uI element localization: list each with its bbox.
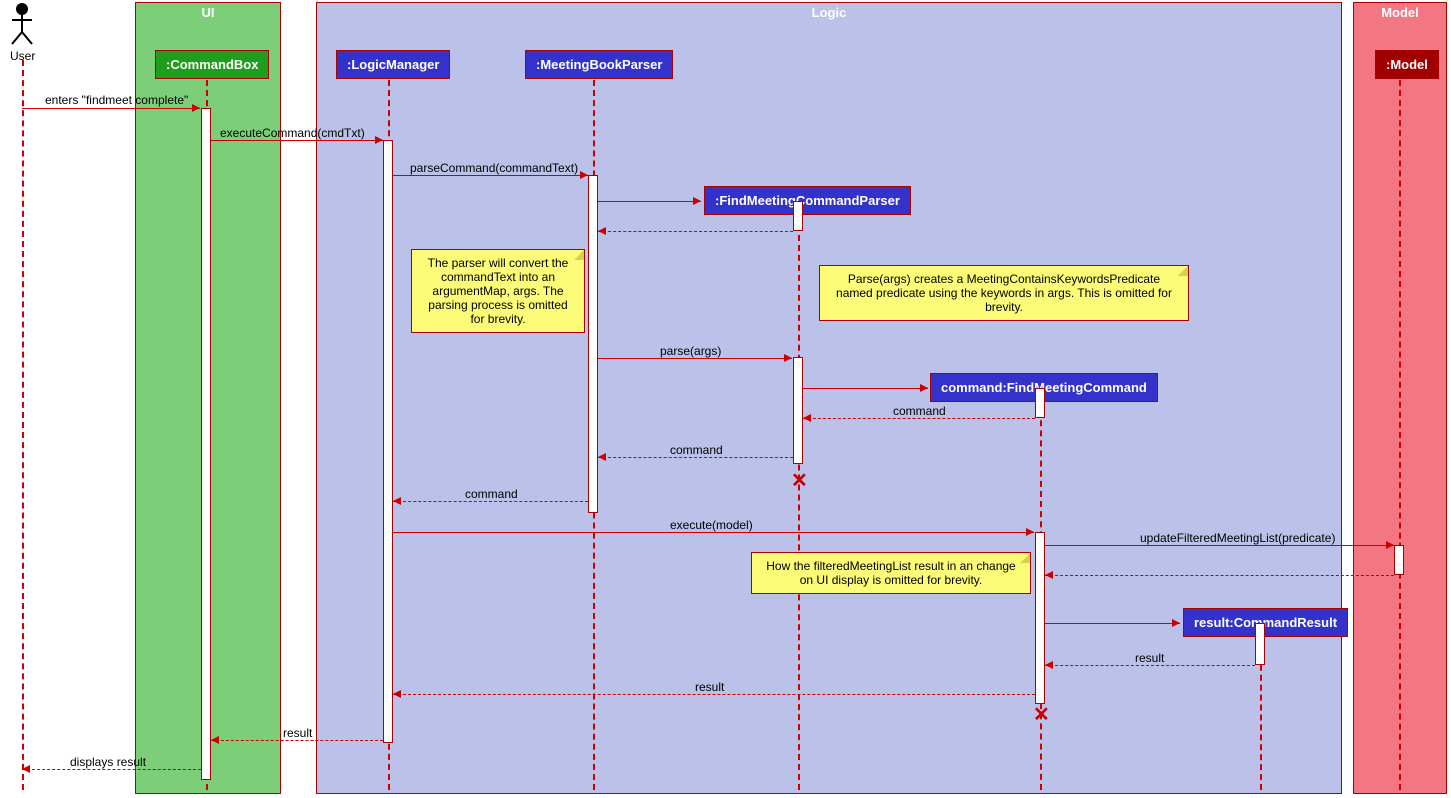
arrow-m5 (803, 418, 1035, 419)
msg-command-2: command (670, 443, 723, 457)
arrow-create-cr (1045, 623, 1180, 624)
activation-findmeetingcommandparser-2 (793, 357, 803, 464)
frame-model-title: Model (1373, 3, 1427, 22)
destroy-fmcp: ✕ (791, 468, 808, 493)
arrowhead-create-cr (1172, 619, 1180, 627)
participant-meetingbookparser: :MeetingBookParser (525, 50, 673, 79)
arrow-m2 (211, 140, 383, 141)
msg-parsecommand: parseCommand(commandText) (410, 161, 578, 175)
actor-user: User (10, 2, 35, 63)
note-filteredmeeting: How the filteredMeetingList result in an… (751, 552, 1031, 594)
frame-logic: Logic (316, 2, 1342, 794)
activation-findmeetingcommand-2 (1035, 532, 1045, 704)
msg-updatefiltered: updateFilteredMeetingList(predicate) (1140, 531, 1335, 545)
arrow-return-fmcp (598, 231, 793, 232)
participant-model: :Model (1375, 50, 1439, 79)
arrow-m13 (22, 769, 201, 770)
arrowhead-m9 (1386, 541, 1394, 549)
arrow-m3 (393, 175, 588, 176)
findmeetingcommandparser-lifeline (798, 215, 800, 790)
arrowhead-create-fmc (920, 384, 928, 392)
arrow-m9-return (1045, 575, 1394, 576)
msg-command-1: command (893, 404, 946, 418)
arrow-m1 (22, 108, 200, 109)
msg-enters: enters "findmeet complete" (45, 93, 188, 107)
msg-executecommand: executeCommand(cmdTxt) (220, 126, 365, 140)
frame-logic-title: Logic (804, 3, 855, 22)
msg-command-3: command (465, 487, 518, 501)
activation-commandresult (1255, 623, 1265, 665)
msg-result-3: result (283, 726, 312, 740)
arrowhead-m12 (211, 736, 219, 744)
arrowhead-m2 (375, 136, 383, 144)
activation-meetingbookparser (588, 175, 598, 513)
arrowhead-m8 (1026, 528, 1034, 536)
activation-findmeetingcommandparser-1 (793, 201, 803, 231)
activation-commandbox (201, 108, 211, 780)
arrow-m10 (1045, 665, 1255, 666)
arrowhead-m13 (22, 765, 30, 773)
arrow-m6 (598, 457, 793, 458)
arrow-m12 (211, 740, 383, 741)
msg-execute: execute(model) (670, 518, 753, 532)
arrow-create-fmc (803, 388, 928, 389)
arrowhead-m9-return (1045, 571, 1053, 579)
arrow-m8 (393, 532, 1034, 533)
actor-lifeline (22, 60, 24, 790)
model-lifeline (1399, 80, 1401, 790)
note-parse-args: Parse(args) creates a MeetingContainsKey… (819, 265, 1189, 321)
arrowhead-m6 (598, 453, 606, 461)
arrowhead-m1 (192, 104, 200, 112)
msg-parse: parse(args) (660, 344, 721, 358)
arrowhead-m7 (393, 497, 401, 505)
msg-result-2: result (695, 680, 724, 694)
arrowhead-m11 (393, 690, 401, 698)
arrow-m4 (598, 358, 792, 359)
arrow-m9 (1045, 545, 1394, 546)
arrowhead-m4 (784, 354, 792, 362)
msg-result-1: result (1135, 651, 1164, 665)
arrowhead-create-fmcp (693, 197, 701, 205)
participant-commandresult: result:CommandResult (1183, 608, 1348, 637)
arrow-m11 (393, 694, 1035, 695)
note-parser-convert: The parser will convert the commandText … (411, 249, 585, 333)
arrow-create-fmcp (598, 201, 701, 202)
arrowhead-m5 (803, 414, 811, 422)
participant-commandbox: :CommandBox (155, 50, 269, 79)
msg-displays: displays result (70, 755, 146, 769)
destroy-fmc: ✕ (1033, 702, 1050, 727)
participant-findmeetingcommandparser: :FindMeetingCommandParser (704, 186, 911, 215)
participant-logicmanager: :LogicManager (336, 50, 450, 79)
activation-logicmanager (383, 140, 393, 743)
activation-model (1394, 545, 1404, 575)
arrowhead-m3 (580, 171, 588, 179)
frame-ui-title: UI (194, 3, 223, 22)
activation-findmeetingcommand-1 (1035, 388, 1045, 418)
arrow-m7 (393, 501, 588, 502)
arrowhead-return-fmcp (598, 227, 606, 235)
arrowhead-m10 (1045, 661, 1053, 669)
